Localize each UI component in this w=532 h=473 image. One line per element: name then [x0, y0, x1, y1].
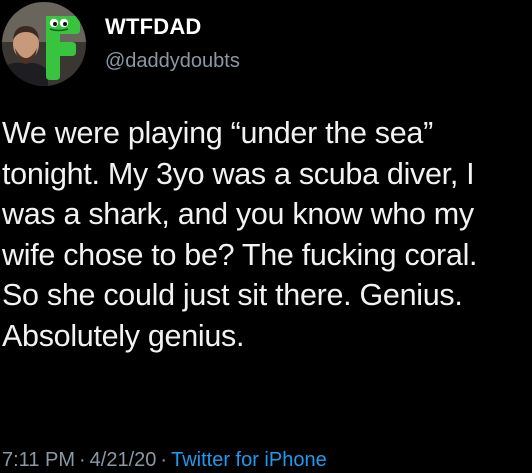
tweet-source-link[interactable]: Twitter for iPhone: [171, 449, 327, 471]
tweet-text-line: tonight. My 3yo was a scuba diver, I: [2, 156, 475, 191]
tweet-text-line: wife chose to be? The fucking coral.: [2, 237, 478, 272]
tweet-date[interactable]: 4/21/20: [90, 449, 157, 471]
tweet-text-line: Absolutely genius.: [2, 318, 245, 353]
tweet-text-line: was a shark, and you know who my: [2, 197, 474, 231]
display-name[interactable]: WTFDAD: [105, 14, 240, 40]
user-handle[interactable]: @daddydoubts: [105, 48, 240, 74]
tweet: WTFDAD @daddydoubts We were playing “und…: [0, 0, 532, 473]
meta-separator: ·: [79, 449, 86, 471]
avatar-image: [2, 2, 86, 86]
user-names: WTFDAD @daddydoubts: [105, 14, 240, 74]
tweet-text-line: So she could just sit there. Genius.: [2, 278, 463, 312]
tweet-time[interactable]: 7:11 PM: [2, 449, 75, 471]
tweet-text-line: We were playing “under the sea”: [2, 116, 433, 150]
avatar[interactable]: [2, 2, 86, 86]
tweet-header: WTFDAD @daddydoubts: [2, 2, 522, 86]
tweet-text: We were playing “under the sea” tonight.…: [2, 113, 527, 356]
tweet-meta: 7:11 PM · 4/21/20 · Twitter for iPhone: [2, 448, 327, 472]
meta-separator: ·: [160, 449, 168, 471]
